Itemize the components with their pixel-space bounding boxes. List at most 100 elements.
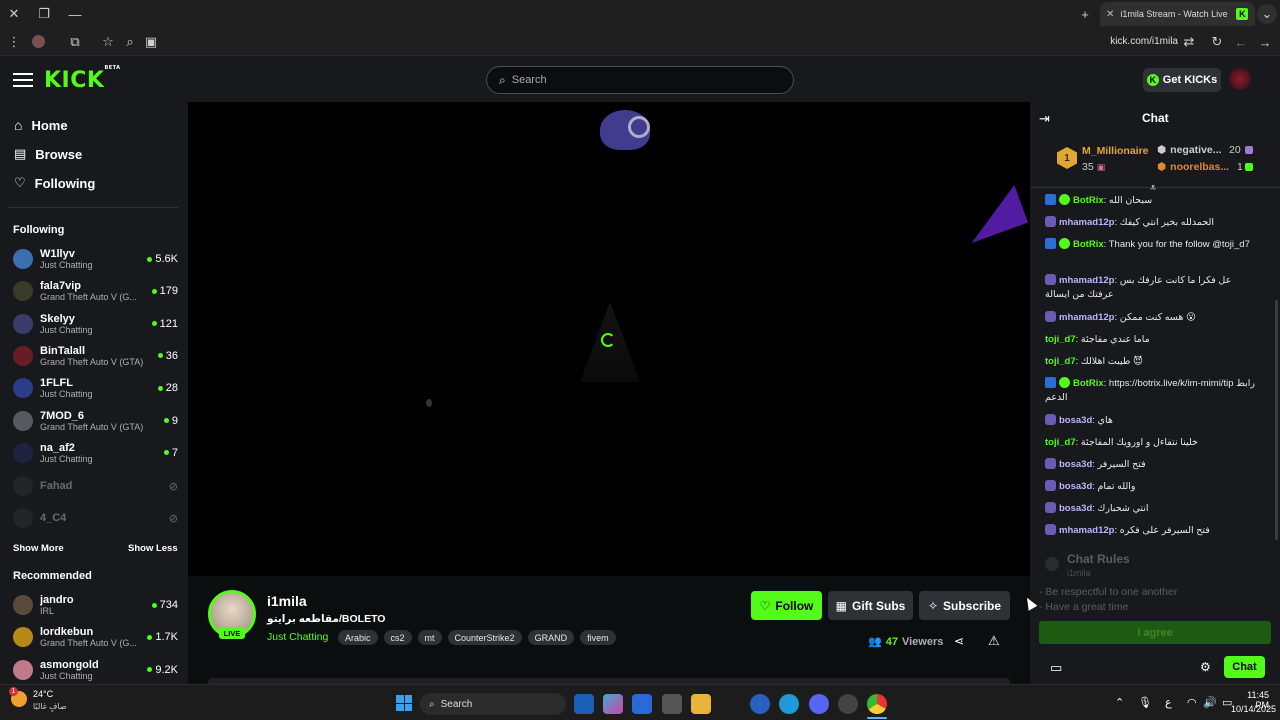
viewer-number: 121 bbox=[159, 317, 178, 330]
following-channel[interactable]: W1llyv Just Chatting 5.6K bbox=[13, 244, 178, 274]
zoom-icon[interactable]: ⌕ bbox=[120, 32, 140, 52]
volume-icon[interactable]: 🔊 bbox=[1203, 696, 1217, 709]
windows-start-icon[interactable] bbox=[396, 695, 412, 711]
chat-username[interactable]: bosa3d bbox=[1059, 503, 1092, 514]
following-channel[interactable]: na_af2 Just Chatting 7 bbox=[13, 438, 178, 468]
subscribe-button[interactable]: ✧ Subscribe bbox=[919, 591, 1010, 620]
tab-list-icon[interactable]: ⌄ bbox=[1257, 4, 1277, 24]
search-input[interactable]: ⌕ Search bbox=[486, 66, 794, 94]
hamburger-menu-icon[interactable] bbox=[13, 70, 33, 90]
following-channel[interactable]: 1FLFL Just Chatting 28 bbox=[13, 373, 178, 403]
recommended-channel[interactable]: asmongold Just Chatting 9.2K bbox=[13, 655, 178, 685]
share-icon[interactable]: ⋖ bbox=[954, 634, 964, 648]
entry-value: 20 bbox=[1229, 144, 1241, 156]
close-window-icon[interactable]: ✕ bbox=[4, 4, 24, 24]
chat-text: خلينا نتفاءل و اورويك المفاجئة bbox=[1080, 437, 1198, 448]
profile-icon[interactable] bbox=[32, 35, 45, 48]
stream-tag[interactable]: mt bbox=[417, 630, 442, 645]
discord-icon[interactable] bbox=[809, 694, 829, 714]
chat-username[interactable]: BotRix bbox=[1073, 378, 1104, 389]
stream-tag[interactable]: CounterStrike2 bbox=[447, 630, 522, 645]
stream-tag[interactable]: Arabic bbox=[338, 630, 378, 645]
gift-subs-button[interactable]: ▦ Gift Subs bbox=[828, 591, 913, 620]
url-text[interactable]: kick.com/i1mila bbox=[1090, 36, 1178, 47]
chat-scrollbar[interactable] bbox=[1275, 300, 1278, 540]
minimize-window-icon[interactable]: — bbox=[65, 4, 85, 24]
reload-icon[interactable]: ↻ bbox=[1207, 32, 1227, 52]
leaderboard-entry[interactable]: ⬢ negative... bbox=[1157, 144, 1222, 156]
copilot-icon[interactable] bbox=[603, 694, 623, 714]
clock-date[interactable]: 10/14/2025 bbox=[1224, 704, 1276, 714]
stream-tag[interactable]: fivem bbox=[580, 630, 616, 645]
get-kicks-button[interactable]: K Get KICKs bbox=[1143, 68, 1221, 92]
file-explorer-icon[interactable] bbox=[691, 694, 711, 714]
chat-settings-gear-icon[interactable]: ⚙ bbox=[1200, 660, 1211, 674]
video-player[interactable] bbox=[188, 102, 1030, 576]
tray-overflow-icon[interactable]: ⌃ bbox=[1115, 696, 1124, 709]
stream-tag[interactable]: cs2 bbox=[383, 630, 412, 645]
edge-icon[interactable] bbox=[779, 694, 799, 714]
chat-username[interactable]: mhamad12p bbox=[1059, 525, 1114, 536]
user-avatar[interactable] bbox=[1229, 68, 1251, 90]
back-icon[interactable]: ← bbox=[1231, 32, 1251, 52]
defender-icon[interactable] bbox=[632, 694, 652, 714]
app-icon[interactable] bbox=[750, 694, 770, 714]
chat-username[interactable]: toji_d7 bbox=[1045, 356, 1076, 367]
steam-icon[interactable] bbox=[838, 694, 858, 714]
stream-tag[interactable]: GRAND bbox=[527, 630, 575, 645]
follow-button[interactable]: ♡ Follow bbox=[751, 591, 822, 620]
leaderboard-entry[interactable]: ⬢ noorelbas... bbox=[1157, 161, 1229, 173]
mic-icon[interactable]: 🎙 bbox=[1138, 696, 1152, 709]
stream-category[interactable]: Just Chatting bbox=[267, 631, 328, 643]
offline-channel[interactable]: 4_C4 ⊘ bbox=[13, 503, 178, 533]
new-tab-icon[interactable]: + bbox=[1075, 4, 1095, 24]
language-indicator[interactable]: ع bbox=[1165, 696, 1172, 709]
offline-channel[interactable]: Fahad ⊘ bbox=[13, 471, 178, 501]
chat-username[interactable]: mhamad12p bbox=[1059, 275, 1114, 286]
channel-name[interactable]: i1mila bbox=[267, 593, 307, 609]
chat-username[interactable]: bosa3d bbox=[1059, 459, 1092, 470]
screen-share-icon[interactable]: ▣ bbox=[141, 32, 161, 52]
nav-home[interactable]: ⌂ Home bbox=[14, 117, 68, 133]
taskbar-search[interactable]: ⌕ Search bbox=[420, 693, 566, 715]
wifi-icon[interactable]: ◠ bbox=[1187, 696, 1197, 709]
menu-dots-icon[interactable]: ⋮ bbox=[4, 32, 24, 52]
restore-window-icon[interactable]: ❐ bbox=[34, 4, 54, 24]
chat-username[interactable]: mhamad12p bbox=[1059, 312, 1114, 323]
outlook-icon[interactable] bbox=[574, 694, 594, 714]
chat-username[interactable]: toji_d7 bbox=[1045, 334, 1076, 345]
nav-browse[interactable]: ▤ Browse bbox=[14, 146, 82, 162]
following-channel[interactable]: BinTalall Grand Theft Auto V (GTA) 36 bbox=[13, 341, 178, 371]
following-channel[interactable]: fala7vip Grand Theft Auto V (G... 179 bbox=[13, 276, 178, 306]
send-chat-button[interactable]: Chat bbox=[1224, 656, 1265, 678]
browser-tab[interactable]: ✕ i1mila Stream - Watch Live on K K bbox=[1100, 2, 1255, 26]
extensions-icon[interactable]: ⧉ bbox=[65, 32, 85, 52]
show-less-button[interactable]: Show Less bbox=[128, 543, 178, 554]
following-channel[interactable]: Skelyy Just Chatting 121 bbox=[13, 309, 178, 339]
show-more-button[interactable]: Show More bbox=[13, 543, 64, 554]
chat-username[interactable]: bosa3d bbox=[1059, 481, 1092, 492]
site-settings-icon[interactable]: ⇄ bbox=[1179, 32, 1199, 52]
forward-icon[interactable]: → bbox=[1255, 32, 1275, 52]
store-icon[interactable] bbox=[662, 694, 682, 714]
following-channel[interactable]: 7MOD_6 Grand Theft Auto V (GTA) 9 bbox=[13, 406, 178, 436]
report-icon[interactable]: ⚠ bbox=[988, 633, 1000, 649]
chat-username[interactable]: BotRix bbox=[1073, 195, 1104, 206]
top-gifter-name[interactable]: M_Millionaire bbox=[1082, 145, 1149, 157]
emote-icon[interactable]: ▭ bbox=[1050, 660, 1062, 676]
tab-close-icon[interactable]: ✕ bbox=[1106, 9, 1114, 20]
chat-message: toji_d7: خلينا نتفاءل و اورويك المفاجئة bbox=[1045, 436, 1260, 450]
chat-username[interactable]: toji_d7 bbox=[1045, 437, 1076, 448]
agree-button[interactable]: I agree bbox=[1039, 621, 1271, 644]
kick-logo[interactable]: KICKBETA bbox=[44, 65, 121, 93]
bookmark-star-icon[interactable]: ☆ bbox=[98, 32, 118, 52]
chat-username[interactable]: bosa3d bbox=[1059, 415, 1092, 426]
chat-username[interactable]: BotRix bbox=[1073, 239, 1104, 250]
chat-username[interactable]: mhamad12p bbox=[1059, 217, 1114, 228]
collapse-chat-icon[interactable]: ⇥ bbox=[1039, 111, 1050, 127]
nav-following[interactable]: ♡ Following bbox=[14, 175, 95, 191]
chrome-icon[interactable] bbox=[867, 694, 887, 714]
recommended-channel[interactable]: jandro IRL 734 bbox=[13, 590, 178, 620]
recommended-channel[interactable]: lordkebun Grand Theft Auto V (G... 1.7K bbox=[13, 622, 178, 652]
weather-temp[interactable]: 24°C bbox=[33, 689, 53, 699]
